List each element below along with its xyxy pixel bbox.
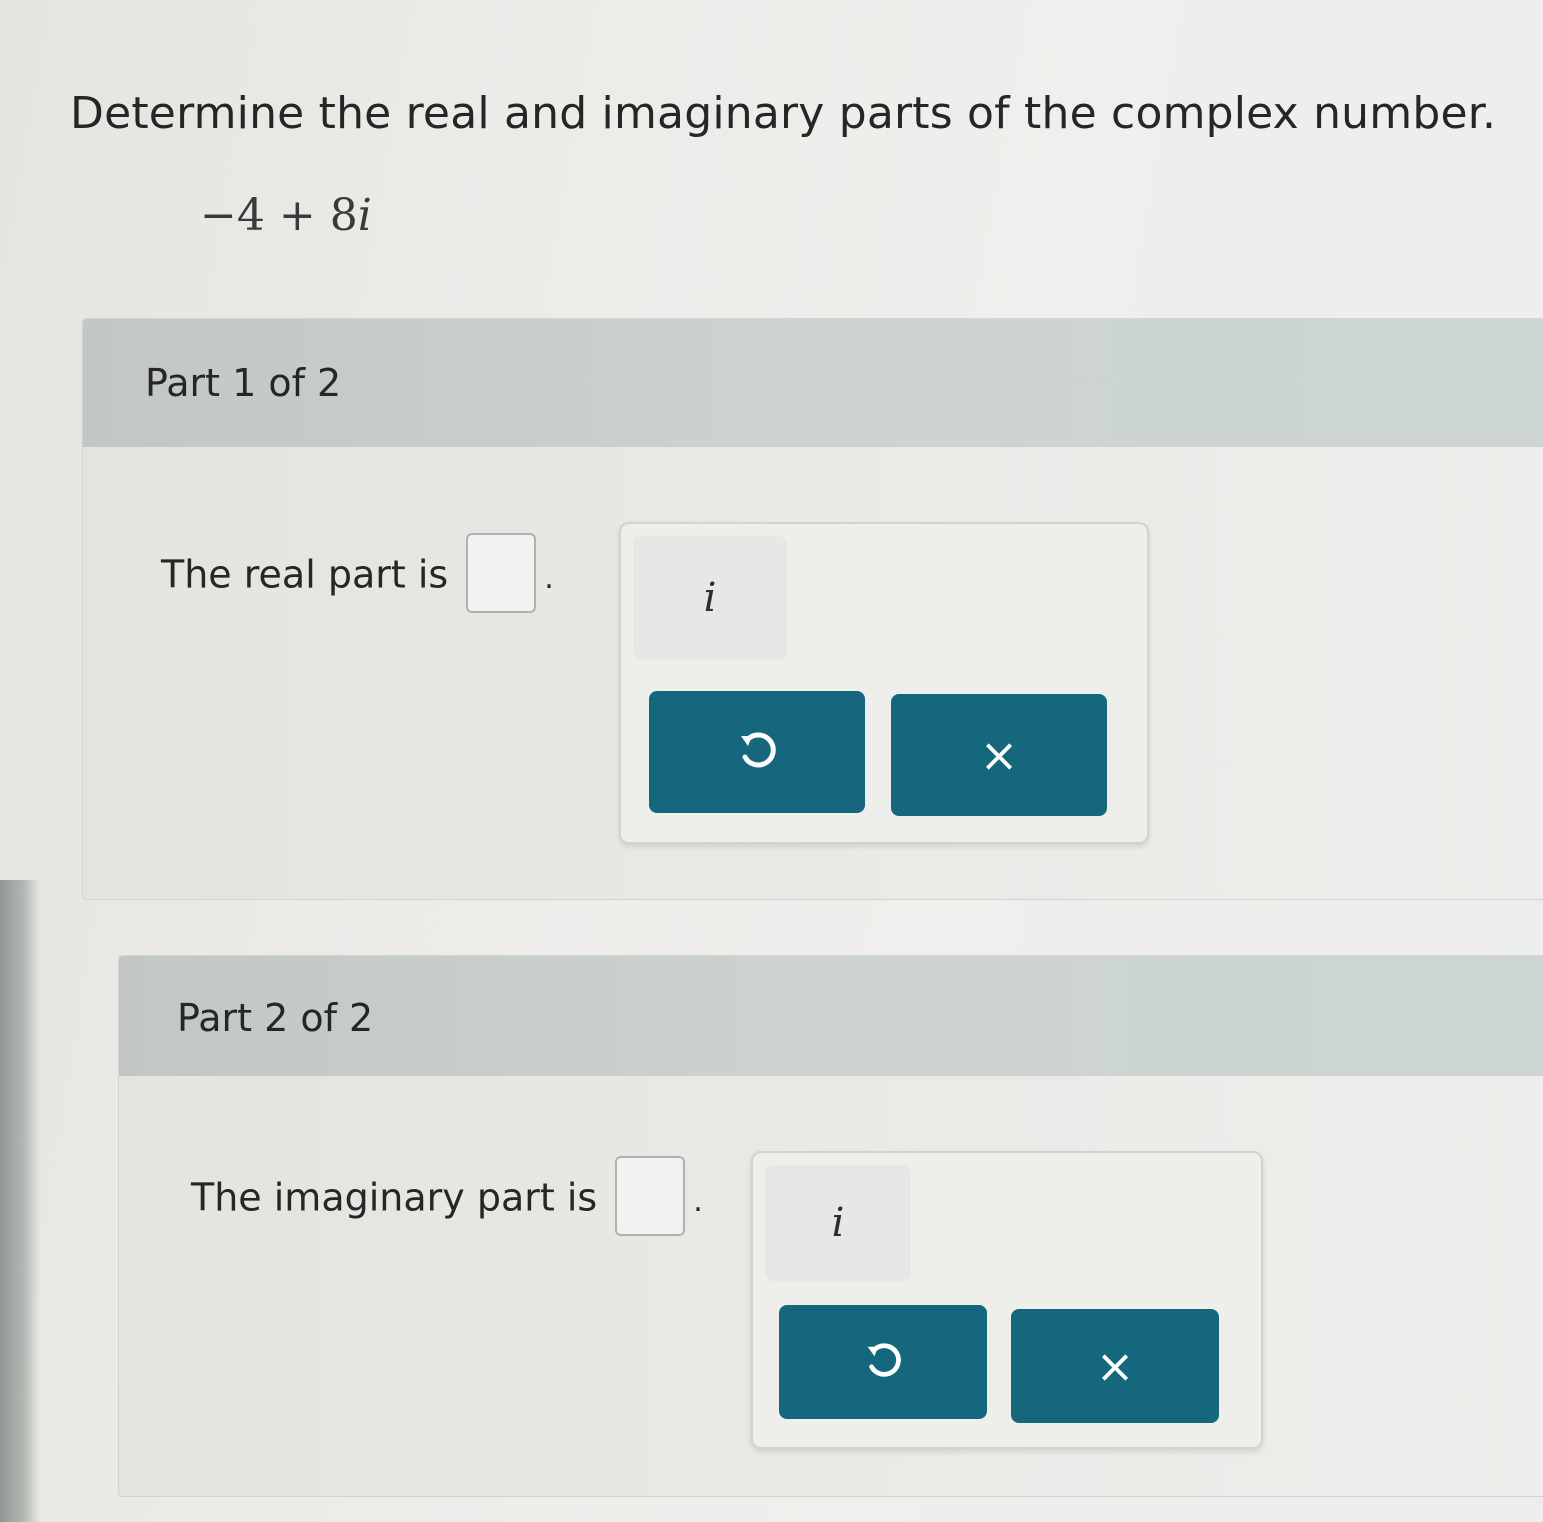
- expression-imaginary-unit: i: [357, 190, 372, 241]
- clear-button[interactable]: ×: [1011, 1309, 1219, 1423]
- prompt-period: .: [544, 560, 554, 596]
- undo-button[interactable]: [779, 1305, 987, 1419]
- undo-icon: [741, 732, 776, 768]
- expression-real-term: −4: [200, 190, 265, 241]
- real-part-answer-input[interactable]: [466, 533, 537, 613]
- expression-plus: +: [278, 190, 316, 241]
- clear-button[interactable]: ×: [891, 694, 1107, 816]
- complex-expression: −4 + 8i: [200, 190, 372, 241]
- imaginary-part-label: The imaginary part is: [191, 1175, 598, 1220]
- screen-edge-shadow: [0, 880, 40, 1522]
- part-1-header: Part 1 of 2: [83, 319, 1543, 447]
- imaginary-part-answer-input[interactable]: [615, 1156, 686, 1236]
- imaginary-unit-key[interactable]: i: [765, 1165, 911, 1281]
- undo-button[interactable]: [649, 691, 865, 813]
- undo-icon: [867, 1343, 901, 1377]
- part-2-title: Part 2 of 2: [177, 996, 374, 1040]
- imaginary-unit-key[interactable]: i: [633, 536, 787, 660]
- expression-coefficient: 8: [329, 190, 358, 241]
- part-1-title: Part 1 of 2: [145, 361, 342, 405]
- prompt-period: .: [693, 1183, 703, 1219]
- clear-x-icon: ×: [979, 728, 1019, 782]
- real-part-label: The real part is: [161, 552, 449, 597]
- part-2-prompt: The imaginary part is.: [191, 1156, 703, 1240]
- clear-x-icon: ×: [1095, 1339, 1135, 1393]
- part-1-panel: Part 1 of 2 The real part is. i ×: [82, 318, 1543, 900]
- part-1-keypad: i ×: [619, 522, 1149, 844]
- part-2-header: Part 2 of 2: [119, 956, 1543, 1076]
- question-text: Determine the real and imaginary parts o…: [70, 88, 1497, 139]
- part-2-keypad: i ×: [751, 1151, 1263, 1449]
- part-1-prompt: The real part is.: [161, 533, 554, 617]
- part-2-panel: Part 2 of 2 The imaginary part is. i ×: [118, 955, 1543, 1497]
